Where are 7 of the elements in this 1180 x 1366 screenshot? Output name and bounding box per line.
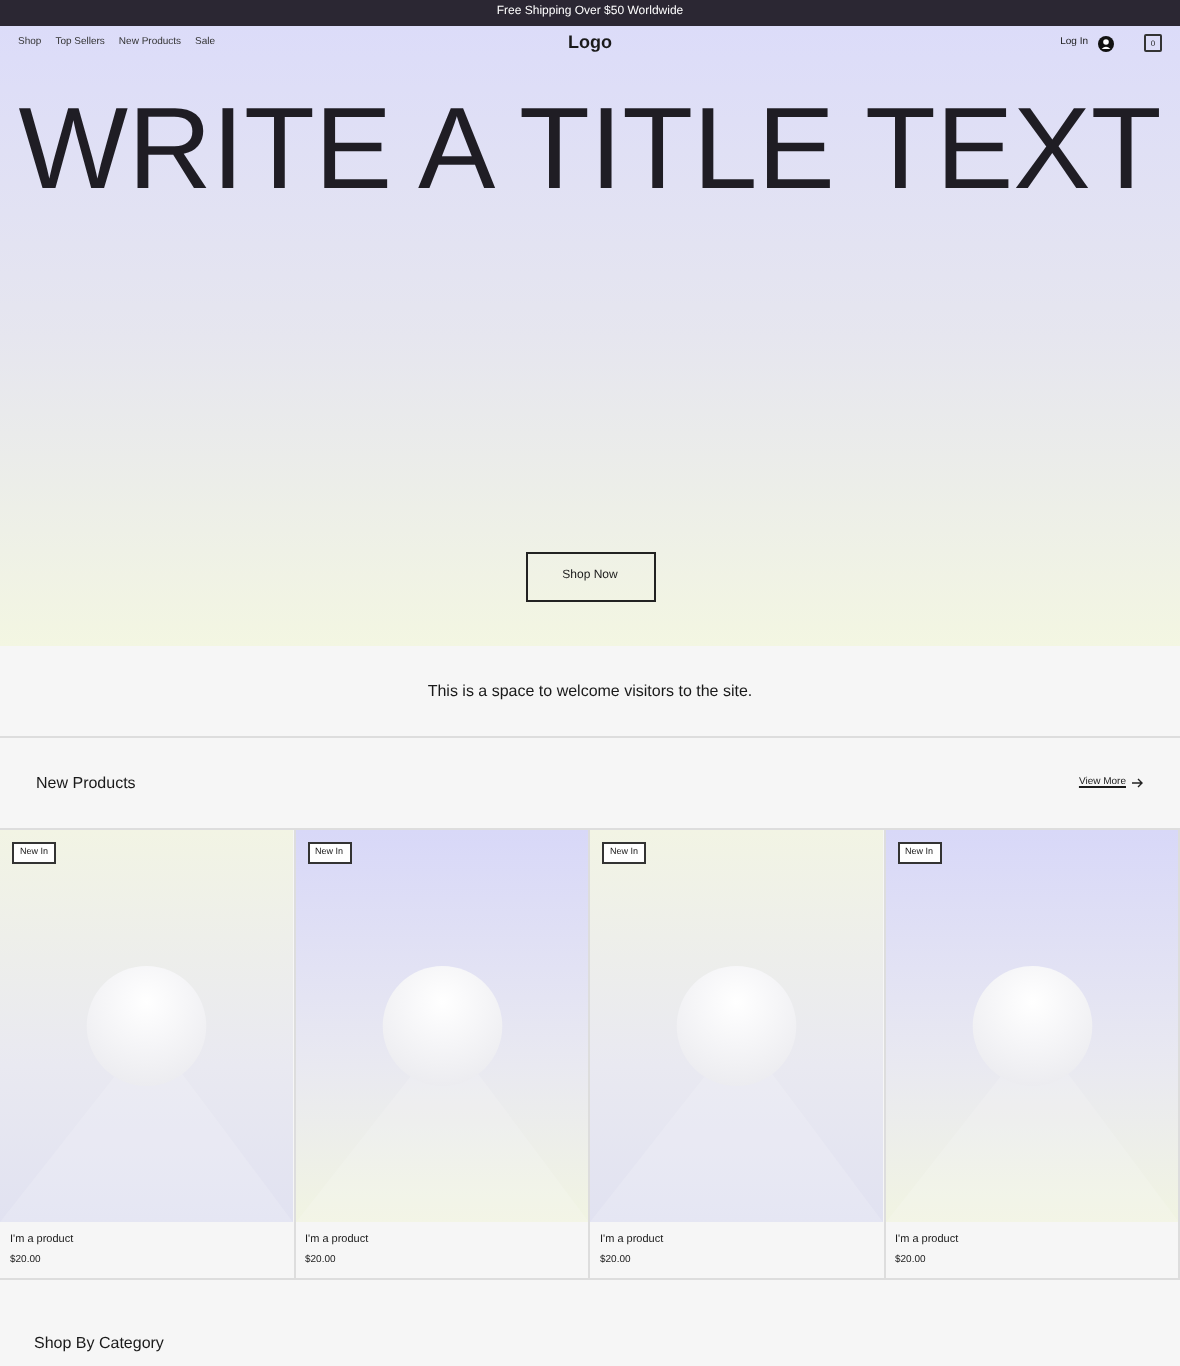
hero-title: WRITE A TITLE TEXT [18, 92, 1162, 208]
section-heading: Shop By Category [34, 1334, 164, 1352]
logo[interactable]: Logo [568, 29, 612, 57]
welcome-text: This is a space to welcome visitors to the site. [427, 679, 753, 703]
section-heading: New Products [36, 771, 136, 795]
user-icon[interactable] [1098, 35, 1114, 51]
arrow-icon [1132, 778, 1144, 788]
